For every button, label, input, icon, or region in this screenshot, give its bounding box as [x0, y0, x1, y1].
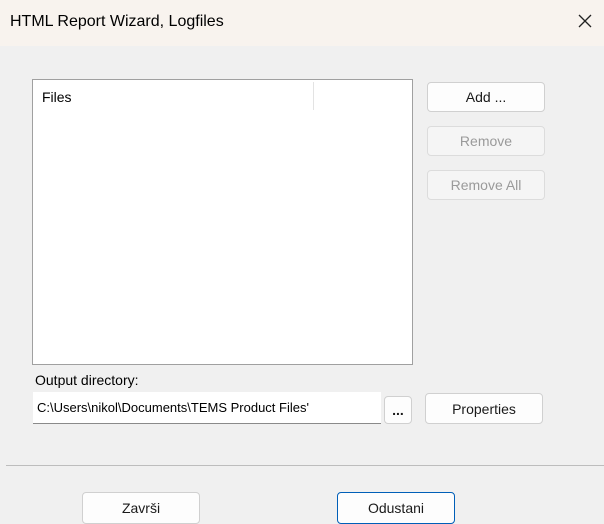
output-directory-label: Output directory:	[35, 372, 139, 388]
title-bar: HTML Report Wizard, Logfiles	[0, 0, 604, 46]
separator	[6, 465, 604, 466]
remove-button[interactable]: Remove	[427, 126, 545, 156]
add-button[interactable]: Add ...	[427, 82, 545, 112]
files-listbox[interactable]: Files	[32, 79, 413, 365]
window-title: HTML Report Wizard, Logfiles	[10, 13, 224, 30]
column-divider[interactable]	[313, 82, 314, 110]
properties-button[interactable]: Properties	[425, 393, 543, 424]
remove-all-button[interactable]: Remove All	[427, 170, 545, 200]
list-header: Files	[33, 80, 412, 110]
cancel-button[interactable]: Odustani	[337, 492, 455, 524]
close-icon[interactable]	[574, 10, 596, 32]
column-header-files[interactable]: Files	[42, 89, 72, 105]
browse-button[interactable]: ...	[384, 396, 412, 424]
finish-button[interactable]: Završi	[82, 492, 200, 524]
output-directory-input[interactable]: C:\Users\nikol\Documents\TEMS Product Fi…	[33, 392, 381, 424]
